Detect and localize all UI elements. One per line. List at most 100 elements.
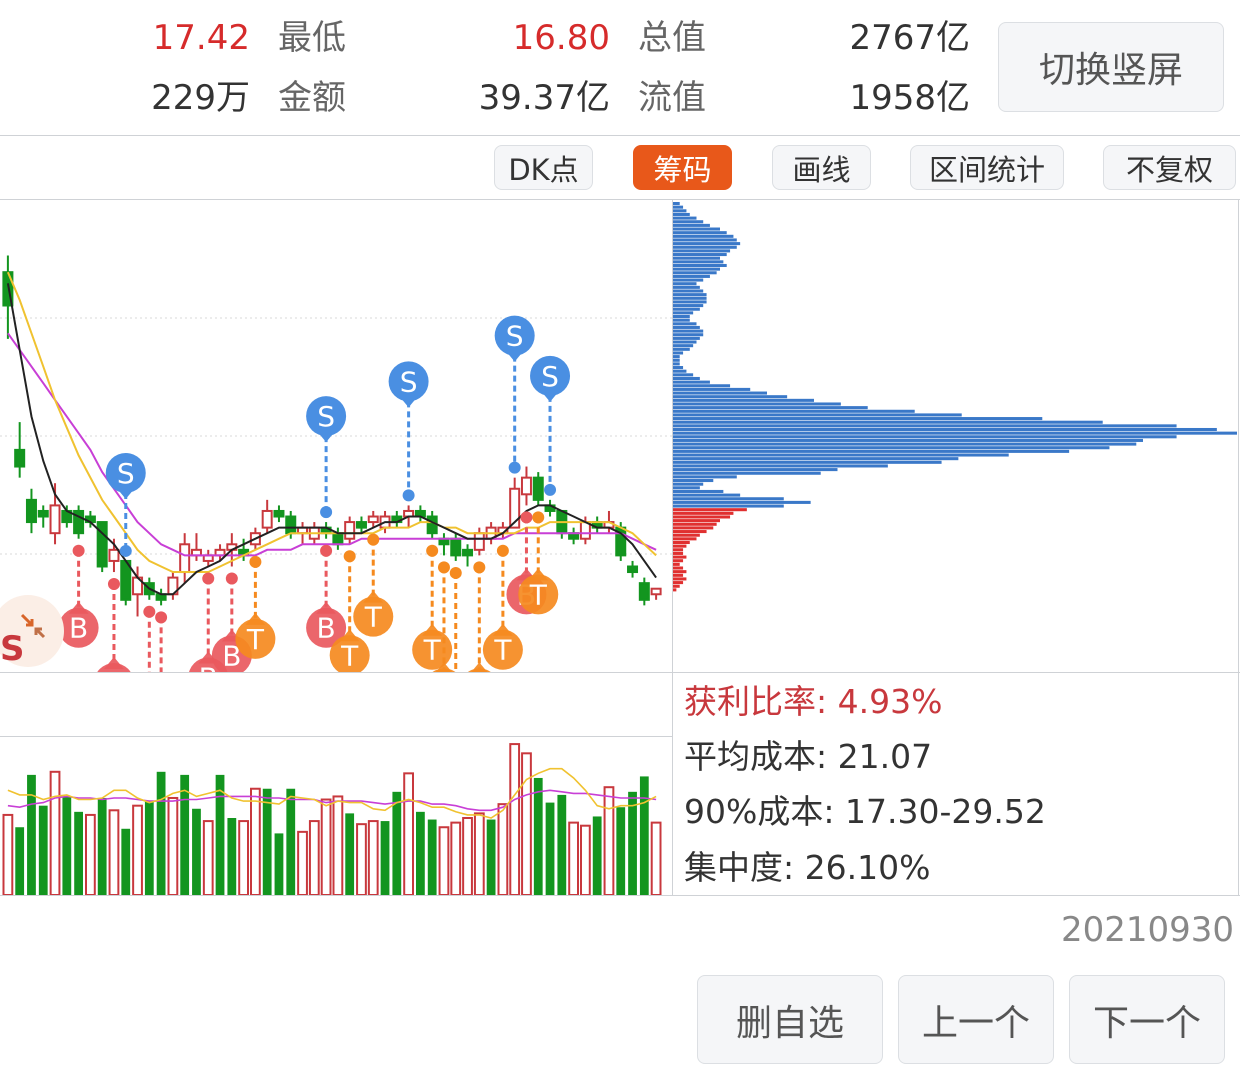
chip-bar <box>673 205 684 209</box>
chip-bar <box>673 500 811 504</box>
stat-low-prev: 17.42 <box>152 18 250 58</box>
chip-bar <box>673 373 694 377</box>
chip-bar <box>673 530 707 534</box>
volume-chart <box>2 743 662 895</box>
t-signal-dot <box>437 561 450 574</box>
volume-bar <box>167 796 179 895</box>
sell-signal-dot <box>320 506 333 519</box>
chip-bar <box>673 285 700 289</box>
volume-bar <box>427 819 437 895</box>
chip-bar <box>673 540 690 545</box>
chip-bar <box>673 413 962 417</box>
volume-bar <box>438 826 450 895</box>
previous-button[interactable]: 上一个 <box>898 975 1054 1064</box>
candle-body <box>37 509 49 518</box>
chip-bar <box>673 384 731 388</box>
buy-signal-dot <box>520 511 533 524</box>
chip-bar <box>673 533 700 537</box>
volume-bar <box>580 824 591 895</box>
chip-bar <box>673 307 700 311</box>
volume-bar <box>297 830 308 895</box>
volume-bar <box>144 801 154 895</box>
chip-bar <box>673 220 704 224</box>
chip-bar <box>673 263 727 268</box>
stat-label-amount: 金额 <box>278 78 346 118</box>
sell-signal-dot <box>402 489 415 502</box>
chip-bar <box>673 522 717 526</box>
chip-bar <box>673 511 734 515</box>
stat-label-total-value: 总值 <box>638 18 706 58</box>
candle-body <box>179 543 191 574</box>
divider <box>0 135 1240 136</box>
volume-bar <box>380 821 390 895</box>
kline-chart[interactable]: BBSBBBBTSBTTSTTTTTSBTS <box>0 200 672 672</box>
chip-bar <box>673 369 687 373</box>
volume-bar <box>639 776 649 895</box>
signal-label: T <box>493 634 512 667</box>
volume-bar <box>521 752 532 895</box>
chip-bar <box>673 519 720 523</box>
buy-signal-dot <box>107 578 120 591</box>
chip-bar <box>673 242 741 246</box>
chip-bar <box>673 325 700 329</box>
chart-border <box>1238 200 1239 895</box>
chip-bar <box>673 300 707 304</box>
chip-bar <box>673 515 731 519</box>
candle-body <box>638 582 650 601</box>
t-signal-dot <box>473 561 486 574</box>
chip-bar <box>673 333 704 337</box>
chip-bar <box>673 231 727 235</box>
t-signal-dot <box>496 544 509 557</box>
chip-bar <box>673 402 841 406</box>
draw-line-button[interactable]: 画线 <box>772 145 871 190</box>
candle-body <box>532 476 544 501</box>
stat-volume: 229万 <box>151 78 250 118</box>
chip-bar <box>673 417 1043 421</box>
chips-button[interactable]: 筹码 <box>633 145 732 190</box>
volume-bar <box>450 821 462 895</box>
chip-bar <box>673 555 687 559</box>
volume-bar <box>262 788 272 895</box>
volume-bar <box>238 820 249 895</box>
volume-bar <box>557 794 567 895</box>
candle-body <box>332 532 344 546</box>
chip-bar <box>673 537 697 541</box>
sell-signal-dot <box>508 461 521 474</box>
chip-bar <box>673 329 704 333</box>
signal-label: S <box>317 400 335 433</box>
chip-distribution-chart <box>673 202 1237 592</box>
float-signal-button[interactable]: S <box>0 595 64 669</box>
chip-bar <box>673 358 680 362</box>
volume-bar <box>27 774 36 895</box>
candle-body <box>96 521 108 568</box>
next-button[interactable]: 下一个 <box>1069 975 1225 1064</box>
volume-bar <box>392 791 402 895</box>
chip-bar <box>673 223 710 227</box>
profit-ratio: 获利比率: 4.93% <box>684 682 943 721</box>
chip-bar <box>673 489 724 493</box>
range-stats-button[interactable]: 区间统计 <box>910 145 1064 190</box>
chip-bar <box>673 526 714 530</box>
volume-bar <box>462 817 473 895</box>
candle-body <box>367 515 379 524</box>
no-adjust-button[interactable]: 不复权 <box>1103 145 1236 190</box>
candle-body <box>450 537 462 557</box>
t-signal-dot <box>367 533 380 546</box>
volume-bar <box>320 798 332 895</box>
volume-bar <box>545 802 555 895</box>
stat-label-lowest: 最低 <box>278 18 346 58</box>
chip-bar <box>673 475 737 479</box>
chip-bar <box>673 245 737 249</box>
dk-points-button[interactable]: DK点 <box>494 145 593 190</box>
candle-body <box>462 548 474 557</box>
sell-signal-dot <box>119 544 132 557</box>
switch-portrait-button[interactable]: 切换竖屏 <box>998 22 1224 112</box>
chip-bar <box>673 584 680 588</box>
chip-bar <box>673 559 684 563</box>
remove-watchlist-button[interactable]: 删自选 <box>697 975 883 1064</box>
chip-bar <box>673 431 1237 435</box>
chip-bar <box>673 497 784 501</box>
volume-bar <box>603 786 615 895</box>
candle-body <box>25 498 37 524</box>
volume-bar <box>192 808 201 895</box>
